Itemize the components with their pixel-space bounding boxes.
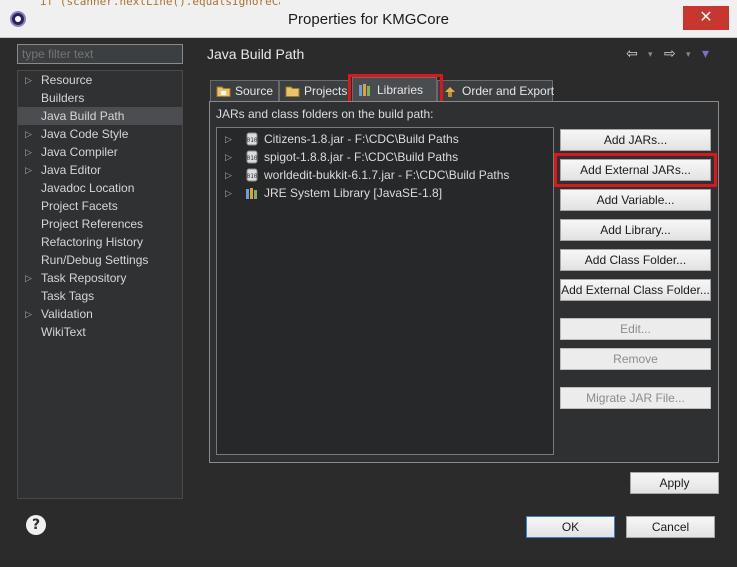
window-title: Properties for KMGCore: [288, 11, 449, 28]
ok-button[interactable]: OK: [526, 516, 615, 538]
svg-text:010: 010: [247, 173, 258, 180]
list-item[interactable]: ▷ 010 Citizens-1.8.jar - F:\CDC\Build Pa…: [225, 130, 459, 148]
page-navigation: ⇦ ▾ ⇨ ▾ ▾: [626, 46, 721, 66]
sidebar-item-label: Java Compiler: [41, 145, 118, 159]
sidebar-item-validation[interactable]: ▷ Validation: [18, 305, 182, 323]
expand-arrow-icon[interactable]: ▷: [225, 148, 232, 166]
jre-library-icon: [246, 188, 257, 199]
sidebar-item-resource[interactable]: ▷ Resource: [18, 71, 182, 89]
forward-arrow-icon[interactable]: ⇨: [664, 46, 676, 62]
sidebar-item-java-editor[interactable]: ▷ Java Editor: [18, 161, 182, 179]
sidebar-item-label: Project Facets: [41, 199, 118, 213]
back-dropdown-icon[interactable]: ▾: [648, 50, 653, 60]
tab-order-export[interactable]: Order and Export: [437, 80, 555, 102]
sidebar-item-project-references[interactable]: Project References: [18, 215, 182, 233]
sidebar-item-wikitext[interactable]: WikiText: [18, 323, 182, 341]
sidebar-item-task-tags[interactable]: Task Tags: [18, 287, 182, 305]
sidebar-item-label: Javadoc Location: [41, 181, 135, 195]
expand-arrow-icon[interactable]: ▷: [25, 305, 32, 323]
library-label: spigot-1.8.8.jar - F:\CDC\Build Paths: [264, 150, 459, 164]
close-button[interactable]: ✕: [683, 6, 729, 30]
sidebar-item-task-repository[interactable]: ▷ Task Repository: [18, 269, 182, 287]
sidebar-item-label: WikiText: [41, 325, 86, 339]
list-item[interactable]: ▷ 010 worldedit-bukkit-6.1.7.jar - F:\CD…: [225, 166, 509, 184]
sidebar-item-label: Run/Debug Settings: [41, 253, 149, 267]
sidebar-item-label: Builders: [41, 91, 85, 105]
jar-icon: 010: [246, 168, 258, 182]
sidebar-item-builders[interactable]: Builders: [18, 89, 182, 107]
library-label: worldedit-bukkit-6.1.7.jar - F:\CDC\Buil…: [264, 168, 510, 182]
property-pages-tree: ▷ Resource Builders Java Build Path ▷ Java Co…: [17, 70, 183, 499]
sidebar-item-label: Validation: [41, 307, 93, 321]
svg-text:010: 010: [247, 137, 258, 144]
expand-arrow-icon[interactable]: ▷: [25, 71, 32, 89]
list-item[interactable]: ▷ 010 spigot-1.8.8.jar - F:\CDC\Build Pa…: [225, 148, 458, 166]
expand-arrow-icon[interactable]: ▷: [225, 166, 232, 184]
source-folder-icon: [216, 86, 231, 97]
build-path-list-label: JARs and class folders on the build path…: [216, 107, 434, 121]
expand-arrow-icon[interactable]: ▷: [225, 130, 232, 148]
add-external-jars-highlight: [554, 153, 717, 187]
sidebar-item-label: Task Repository: [41, 271, 127, 285]
jar-icon: 010: [246, 150, 258, 164]
tab-source-label: Source: [235, 84, 274, 98]
svg-text:010: 010: [247, 155, 258, 162]
tab-projects-label: Projects: [304, 84, 348, 98]
sidebar-item-refactoring-history[interactable]: Refactoring History: [18, 233, 182, 251]
apply-button[interactable]: Apply: [630, 472, 719, 494]
help-icon[interactable]: ?: [26, 515, 46, 535]
title-bar: if (scanner.nextLine().equalsIgnoreCase(…: [0, 0, 737, 38]
sidebar-item-label: Project References: [41, 217, 144, 231]
sidebar-item-project-facets[interactable]: Project Facets: [18, 197, 182, 215]
sidebar-item-run-debug-settings[interactable]: Run/Debug Settings: [18, 251, 182, 269]
sidebar-item-java-compiler[interactable]: ▷ Java Compiler: [18, 143, 182, 161]
sidebar-item-java-code-style[interactable]: ▷ Java Code Style: [18, 125, 182, 143]
add-external-class-folder-button[interactable]: Add External Class Folder...: [560, 279, 711, 301]
add-library-button[interactable]: Add Library...: [560, 219, 711, 241]
tab-source[interactable]: Source: [210, 80, 279, 102]
cancel-button[interactable]: Cancel: [626, 516, 715, 538]
list-item[interactable]: ▷ JRE System Library [JavaSE-1.8]: [225, 184, 442, 202]
sidebar-item-label: Task Tags: [41, 289, 95, 303]
sidebar-item-label: Refactoring History: [41, 235, 144, 249]
sidebar-item-label: Java Code Style: [41, 127, 129, 141]
expand-arrow-icon[interactable]: ▷: [25, 125, 32, 143]
filter-input[interactable]: [17, 44, 183, 64]
jar-icon: 010: [246, 132, 258, 146]
sidebar-item-java-build-path[interactable]: Java Build Path: [18, 107, 182, 125]
tab-projects[interactable]: Projects: [279, 80, 351, 102]
library-label: JRE System Library [JavaSE-1.8]: [264, 186, 443, 200]
expand-arrow-icon[interactable]: ▷: [25, 269, 32, 287]
library-label: Citizens-1.8.jar - F:\CDC\Build Paths: [264, 132, 459, 146]
back-arrow-icon[interactable]: ⇦: [626, 46, 638, 62]
page-title: Java Build Path: [207, 46, 305, 62]
add-jars-button[interactable]: Add JARs...: [560, 129, 711, 151]
expand-arrow-icon[interactable]: ▷: [225, 184, 232, 202]
sidebar-item-javadoc-location[interactable]: Javadoc Location: [18, 179, 182, 197]
expand-arrow-icon[interactable]: ▷: [25, 143, 32, 161]
order-export-icon: [445, 87, 455, 97]
forward-dropdown-icon[interactable]: ▾: [686, 50, 691, 60]
remove-button[interactable]: Remove: [560, 348, 711, 370]
projects-folder-icon: [285, 86, 300, 97]
tab-order-export-label: Order and Export: [462, 84, 555, 98]
expand-arrow-icon[interactable]: ▷: [25, 161, 32, 179]
view-menu-icon[interactable]: ▾: [702, 46, 709, 62]
edit-button[interactable]: Edit...: [560, 318, 711, 340]
migrate-jar-button[interactable]: Migrate JAR File...: [560, 387, 711, 409]
background-code-fragment: if (scanner.nextLine().equalsIgnoreCase(…: [40, 0, 280, 8]
build-path-library-list[interactable]: ▷ 010 Citizens-1.8.jar - F:\CDC\Build Pa…: [216, 127, 554, 455]
add-variable-button[interactable]: Add Variable...: [560, 189, 711, 211]
sidebar-item-label: Java Editor: [41, 163, 102, 177]
sidebar-item-label: Resource: [41, 73, 93, 87]
add-class-folder-button[interactable]: Add Class Folder...: [560, 249, 711, 271]
sidebar-item-label: Java Build Path: [41, 109, 125, 123]
